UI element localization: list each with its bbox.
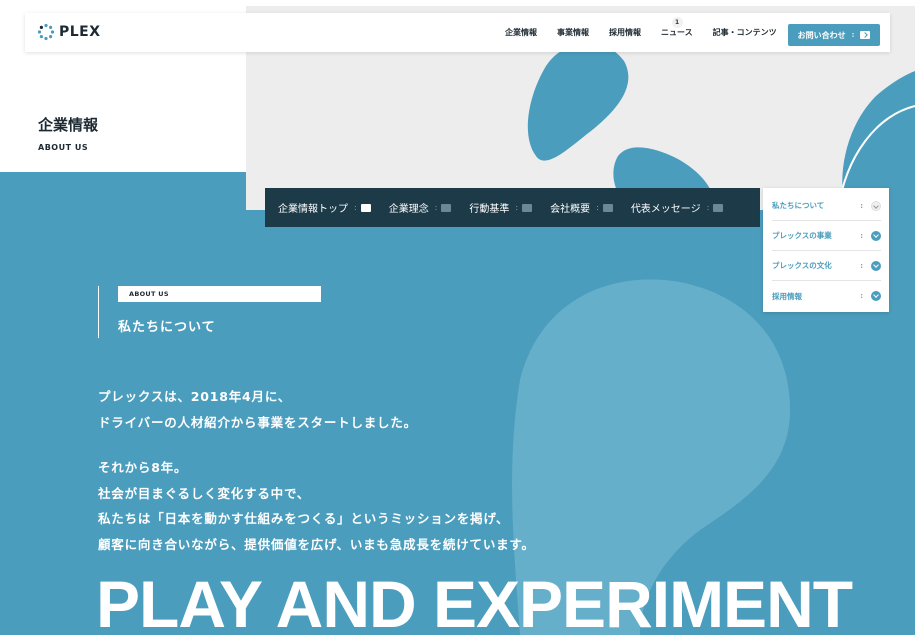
nav-label: 事業情報 — [557, 28, 589, 37]
side-item-culture[interactable]: プレックスの文化 : — [772, 251, 881, 281]
side-item-business[interactable]: プレックスの事業 : — [772, 221, 881, 251]
section-subnav: 企業情報トップ: 企業理念: 行動基準: 会社概要: 代表メッセージ: — [265, 188, 760, 227]
subnav-item-message[interactable]: 代表メッセージ: — [631, 200, 724, 215]
arrow-right-icon — [860, 31, 871, 39]
section-heading: 私たちについて — [118, 320, 216, 335]
subnav-label: 企業情報トップ — [278, 204, 348, 215]
side-item-recruit[interactable]: 採用情報 : — [772, 281, 881, 311]
contact-button-label: お問い合わせ — [797, 30, 846, 40]
arrow-right-icon — [522, 203, 533, 212]
arrow-right-icon — [713, 203, 724, 212]
side-item-about[interactable]: 私たちについて : — [772, 191, 881, 221]
paragraph-line: ドライバーの人材紹介から事業をスタートしました。 — [98, 414, 417, 430]
site-header: PLEX 企業情報 事業情報 採用情報 ニュース 1 記事・コンテンツ お問い合わ… — [25, 13, 890, 52]
intro-paragraph-2: それから8年。 社会が目まぐるしく変化する中で、 私たちは「日本を動かす仕組みを… — [98, 455, 535, 557]
subnav-item-philosophy[interactable]: 企業理念: — [389, 200, 452, 215]
logo-dots-icon — [37, 23, 55, 41]
page-title: 企業情報 — [38, 116, 99, 134]
paragraph-line: それから8年。 — [98, 460, 188, 475]
nav-item-company[interactable]: 企業情報 — [495, 27, 547, 38]
chevron-down-icon — [871, 291, 881, 301]
subnav-item-code[interactable]: 行動基準: — [469, 200, 533, 215]
nav-item-recruit[interactable]: 採用情報 — [599, 27, 651, 38]
subnav-label: 代表メッセージ — [630, 204, 701, 215]
arrow-right-icon — [360, 203, 371, 212]
main-nav: 企業情報 事業情報 採用情報 ニュース 1 記事・コンテンツ — [495, 13, 787, 52]
paragraph-line: 私たちは「日本を動かす仕組みをつくる」というミッションを掲げ、 — [98, 511, 510, 526]
side-item-label: プレックスの事業 — [772, 231, 832, 240]
section-tag: ABOUT US — [118, 286, 321, 302]
paragraph-line: 顧客に向き合いながら、提供価値を広げ、いまも急成長を続けています。 — [98, 536, 535, 552]
subnav-item-overview[interactable]: 会社概要: — [550, 200, 613, 215]
subnav-item-top[interactable]: 企業情報トップ: — [278, 200, 371, 215]
arrow-right-icon — [441, 203, 452, 212]
news-count-badge: 1 — [671, 17, 683, 28]
hero-blob-left — [527, 42, 629, 161]
chevron-down-icon — [871, 230, 881, 241]
paragraph-line: 社会が目まぐるしく変化する中で、 — [98, 485, 311, 501]
chevron-down-icon — [871, 200, 881, 211]
nav-item-articles[interactable]: 記事・コンテンツ — [703, 27, 787, 38]
intro-paragraph-1: プレックスは、2018年4月に、 ドライバーの人材紹介から事業をスタートしました… — [98, 384, 417, 435]
side-item-label: プレックスの文化 — [772, 261, 832, 270]
nav-label: ニュース — [661, 28, 693, 37]
nav-label: 記事・コンテンツ — [712, 28, 777, 37]
section-divider-line — [98, 286, 99, 338]
page-subtitle: ABOUT US — [38, 143, 89, 152]
side-anchor-panel: 私たちについて : プレックスの事業 : プレックスの文化 : 採用情報 : — [763, 188, 889, 312]
nav-label: 採用情報 — [609, 28, 641, 37]
side-item-label: 私たちについて — [772, 201, 825, 210]
subnav-label: 会社概要 — [550, 204, 591, 215]
subnav-label: 行動基準 — [469, 204, 510, 215]
nav-item-business[interactable]: 事業情報 — [547, 27, 599, 38]
logo-text: PLEX — [59, 24, 101, 40]
subnav-label: 企業理念 — [388, 204, 429, 215]
nav-item-news[interactable]: ニュース 1 — [651, 17, 703, 38]
arrow-right-icon — [602, 203, 613, 212]
side-item-label: 採用情報 — [772, 291, 802, 301]
big-slogan: PLAY AND EXPERIMENT — [96, 567, 853, 635]
logo[interactable]: PLEX — [37, 23, 101, 41]
nav-label: 企業情報 — [505, 28, 537, 37]
contact-button[interactable]: お問い合わせ : — [788, 24, 880, 46]
chevron-down-icon — [871, 260, 881, 271]
paragraph-line: プレックスは、2018年4月に、 — [98, 389, 292, 404]
